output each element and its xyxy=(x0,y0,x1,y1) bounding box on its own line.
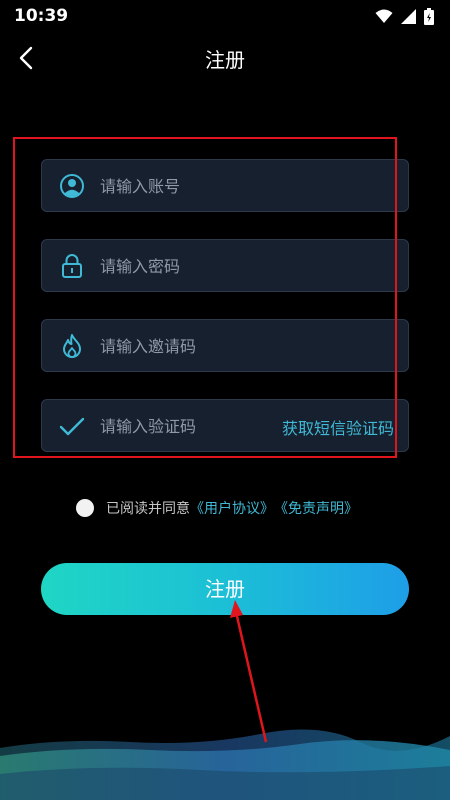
account-input[interactable] xyxy=(98,160,312,213)
account-field xyxy=(41,159,409,213)
page-title: 注册 xyxy=(205,48,245,72)
user-agreement-link[interactable]: 《用户协议》 xyxy=(190,498,274,518)
bottom-wave xyxy=(0,729,450,800)
battery-icon xyxy=(424,8,434,25)
flame-icon xyxy=(63,334,81,358)
nav-bar: 注册 xyxy=(0,32,450,82)
agreement-row: 已阅读并同意 《用户协议》 《免责声明》 xyxy=(76,498,358,518)
status-time: 10:39 xyxy=(14,6,69,26)
verification-code-field: 获取短信验证码 xyxy=(41,399,409,453)
agreement-prefix: 已阅读并同意 xyxy=(106,501,190,517)
get-sms-code-button[interactable]: 获取短信验证码 xyxy=(282,415,394,439)
agree-radio[interactable] xyxy=(76,499,94,517)
invite-code-field xyxy=(41,319,409,373)
invite-code-input[interactable] xyxy=(98,320,312,373)
wifi-icon xyxy=(375,9,393,23)
status-icons xyxy=(375,8,434,25)
signal-icon xyxy=(401,9,416,24)
lock-icon xyxy=(62,254,82,278)
verification-code-input[interactable] xyxy=(98,400,312,453)
register-button[interactable]: 注册 xyxy=(41,563,409,615)
check-icon xyxy=(59,417,85,436)
user-icon xyxy=(60,174,84,198)
password-input[interactable] xyxy=(98,240,312,293)
disclaimer-link[interactable]: 《免责声明》 xyxy=(274,498,358,518)
password-field xyxy=(41,239,409,293)
status-bar: 10:39 xyxy=(0,0,450,32)
